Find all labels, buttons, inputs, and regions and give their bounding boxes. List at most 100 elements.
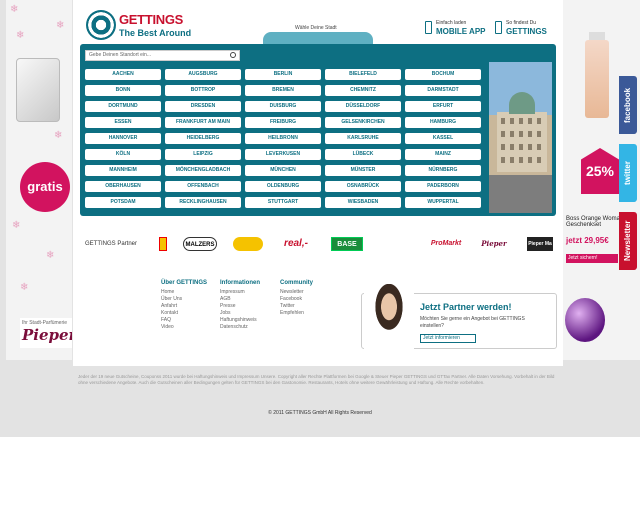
city-button[interactable]: BREMEN (245, 85, 321, 96)
partner-logo-piepermarkt[interactable]: Pieper Ma (527, 237, 553, 251)
city-button[interactable]: MAINZ (405, 149, 481, 160)
product-name: Boss Orange Woman Geschenkset (566, 216, 624, 228)
footer-link[interactable]: Twitter (280, 303, 313, 310)
window-detail (528, 131, 532, 137)
city-button[interactable]: DUISBURG (245, 101, 321, 112)
city-button[interactable]: DÜSSELDORF (325, 101, 401, 112)
footer-link[interactable]: Presse (220, 303, 260, 310)
city-button[interactable]: FRANKFURT AM MAIN (165, 117, 241, 128)
city-button[interactable]: RECKLINGHAUSEN (165, 197, 241, 208)
city-button[interactable]: ESSEN (85, 117, 161, 128)
footer-link[interactable]: Über Uns (161, 296, 207, 303)
city-button[interactable]: POTSDAM (85, 197, 161, 208)
city-button[interactable]: HAMBURG (405, 117, 481, 128)
footer-link[interactable]: Facebook (280, 296, 313, 303)
footer-link[interactable]: Empfehlen (280, 310, 313, 317)
city-button[interactable]: HEIDELBERG (165, 133, 241, 144)
perfume-bottle-image (585, 40, 609, 118)
gettings-info-link[interactable]: So findest Du GETTINGS (495, 20, 565, 40)
city-button[interactable]: WUPPERTAL (405, 197, 481, 208)
left-advertisement[interactable]: ❄ ❄ ❄ ❄ ❄ ❄ ❄ gratis Ihr Stadt-Parfümeri… (6, 0, 72, 360)
city-button[interactable]: HEILBRONN (245, 133, 321, 144)
footer-link[interactable]: AGB (220, 296, 260, 303)
right-advertisement[interactable]: 25% Boss Orange Woman Geschenkset jetzt … (563, 0, 640, 360)
window-detail (537, 118, 541, 124)
buy-now-button[interactable]: Jetzt sichern! (566, 254, 618, 263)
facebook-tab[interactable]: facebook (619, 76, 637, 134)
city-button[interactable]: AACHEN (85, 69, 161, 80)
footer-link[interactable]: Anfahrt (161, 303, 207, 310)
city-button[interactable]: BOCHUM (405, 69, 481, 80)
search-icon[interactable] (230, 52, 236, 58)
footer-link[interactable]: Newsletter (280, 289, 313, 296)
city-button[interactable]: CHEMNITZ (325, 85, 401, 96)
city-button[interactable]: FREIBURG (245, 117, 321, 128)
city-button[interactable]: OBERHAUSEN (85, 181, 161, 192)
city-button[interactable]: KÖLN (85, 149, 161, 160)
footer-link[interactable]: Kontakt (161, 310, 207, 317)
partner-logo-star[interactable] (233, 237, 263, 251)
city-button[interactable]: HANNOVER (85, 133, 161, 144)
city-button[interactable]: OSNABRÜCK (325, 181, 401, 192)
city-button[interactable]: MÜNSTER (325, 165, 401, 176)
footer-link[interactable]: Datenschutz (220, 324, 260, 331)
window-detail (519, 157, 523, 163)
gettings-logo-icon[interactable] (86, 10, 116, 40)
city-button[interactable]: LÜBECK (325, 149, 401, 160)
city-button[interactable]: MANNHEIM (85, 165, 161, 176)
city-button[interactable]: KASSEL (405, 133, 481, 144)
location-search-input[interactable]: Gebe Deinen Standort ein... (85, 50, 240, 61)
city-button[interactable]: MÜNCHEN (245, 165, 321, 176)
window-detail (501, 144, 505, 150)
city-button[interactable]: LEIPZIG (165, 149, 241, 160)
partner-logo-pieper[interactable]: Pieper (477, 237, 511, 251)
footer-link[interactable]: FAQ (161, 317, 207, 324)
city-button[interactable]: OLDENBURG (245, 181, 321, 192)
city-button[interactable]: BIELEFELD (325, 69, 401, 80)
partner-logo-malzers[interactable]: MALZERS (183, 237, 217, 251)
snowflake-icon: ❄ (20, 282, 29, 293)
dome-image (509, 92, 535, 114)
city-button[interactable]: WIESBADEN (325, 197, 401, 208)
city-button[interactable]: BOTTROP (165, 85, 241, 96)
product-price: jetzt 29,95€ (566, 236, 609, 245)
partner-logo-real[interactable]: real,- (279, 237, 313, 251)
footer-link[interactable]: Impressum (220, 289, 260, 296)
city-button[interactable]: DORTMUND (85, 101, 161, 112)
newsletter-tab[interactable]: Newsletter (619, 212, 637, 270)
pieper-subtitle: Ihr Stadt-Parfümerie (22, 320, 68, 326)
footer-link[interactable]: Home (161, 289, 207, 296)
partner-info-button[interactable]: Jetzt informieren (420, 334, 476, 343)
mobile-app-link[interactable]: Einfach laden MOBILE APP (425, 20, 495, 40)
city-button[interactable]: NÜRNBERG (405, 165, 481, 176)
partner-logo-script[interactable] (379, 237, 413, 251)
city-button[interactable]: BERLIN (245, 69, 321, 80)
city-button[interactable]: DARMSTADT (405, 85, 481, 96)
footer-link[interactable]: Video (161, 324, 207, 331)
christmas-ornament-image (565, 298, 605, 342)
footer-link[interactable]: Haftungshinweis (220, 317, 260, 324)
city-photo (489, 62, 552, 213)
partner-logo-base[interactable]: BASE (331, 237, 363, 251)
city-button[interactable]: MÖNCHENGLADBACH (165, 165, 241, 176)
city-button[interactable]: STUTTGART (245, 197, 321, 208)
partner-box-title: Jetzt Partner werden! (420, 302, 512, 312)
city-button[interactable]: OFFENBACH (165, 181, 241, 192)
city-button[interactable]: GELSENKIRCHEN (325, 117, 401, 128)
city-button[interactable]: PADERBORN (405, 181, 481, 192)
city-button[interactable]: LEVERKUSEN (245, 149, 321, 160)
city-button[interactable]: DRESDEN (165, 101, 241, 112)
pieper-logo: Ihr Stadt-Parfümerie Pieper (20, 318, 72, 348)
partner-logo-promarkt[interactable]: ProMarkt (429, 237, 463, 251)
city-button[interactable]: KARLSRUHE (325, 133, 401, 144)
footer-link[interactable]: Jobs (220, 310, 260, 317)
city-button[interactable]: ERFURT (405, 101, 481, 112)
window-detail (519, 118, 523, 124)
page: ❄ ❄ ❄ ❄ ❄ ❄ ❄ gratis Ihr Stadt-Parfümeri… (0, 0, 640, 512)
twitter-tab[interactable]: twitter (619, 144, 637, 202)
city-button[interactable]: AUGSBURG (165, 69, 241, 80)
window-detail (537, 157, 541, 163)
city-button[interactable]: BONN (85, 85, 161, 96)
partner-logo-small[interactable] (159, 237, 167, 251)
brand-name[interactable]: GETTINGS (119, 12, 183, 27)
